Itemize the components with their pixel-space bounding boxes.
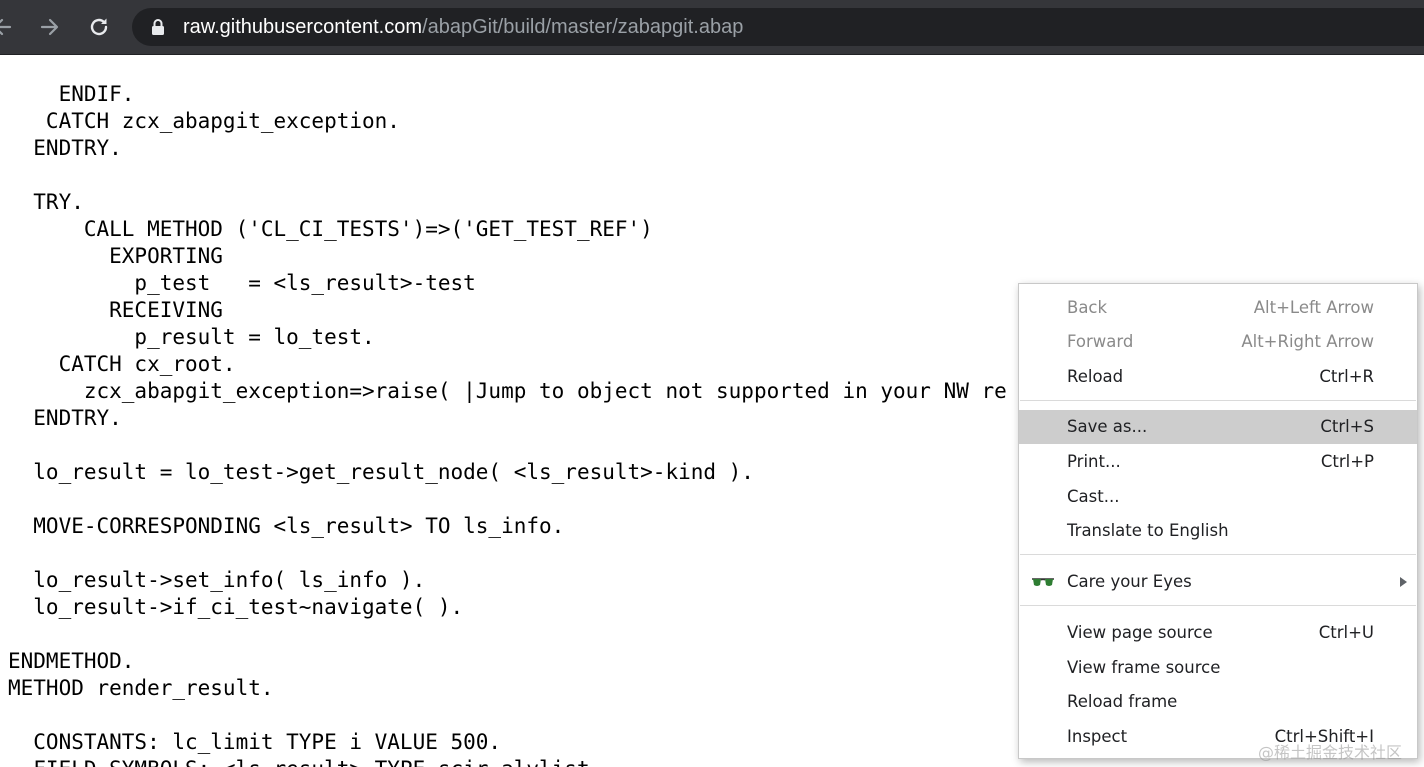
menu-item-care-your-eyes[interactable]: Care your Eyes <box>1019 565 1417 599</box>
code-line: ENDTRY. <box>8 406 122 430</box>
code-line: ENDIF. <box>8 82 135 106</box>
menu-item-label: Forward <box>1067 332 1134 351</box>
menu-item-label: Cast... <box>1067 487 1120 506</box>
code-line: METHOD render_result. <box>8 676 274 700</box>
code-line: lo_result->if_ci_test~navigate( ). <box>8 595 464 619</box>
code-line: EXPORTING <box>8 244 223 268</box>
code-line: TRY. <box>8 190 84 214</box>
menu-item-label: Save as... <box>1067 417 1148 436</box>
menu-separator <box>1020 605 1416 606</box>
menu-item-label: Translate to English <box>1067 521 1229 540</box>
menu-item-reload-frame[interactable]: Reload frame <box>1019 685 1417 719</box>
arrow-right-icon <box>40 18 59 36</box>
menu-item-shortcut: Ctrl+R <box>1319 367 1374 386</box>
reload-icon <box>90 18 108 36</box>
menu-item-label: Reload frame <box>1067 692 1178 711</box>
menu-item-inspect[interactable]: Inspect Ctrl+Shift+I <box>1019 720 1417 754</box>
menu-separator <box>1020 554 1416 555</box>
menu-item-label: Care your Eyes <box>1067 572 1192 591</box>
url-path: /abapGit/build/master/zabapgit.abap <box>422 16 744 38</box>
menu-item-view-page-source[interactable]: View page source Ctrl+U <box>1019 616 1417 650</box>
code-line: p_result = lo_test. <box>8 325 375 349</box>
menu-item-save-as[interactable]: Save as... Ctrl+S <box>1019 410 1417 444</box>
forward-button[interactable] <box>32 9 68 45</box>
menu-item-shortcut: Alt+Right Arrow <box>1241 332 1374 351</box>
menu-item-back[interactable]: Back Alt+Left Arrow <box>1019 291 1417 325</box>
menu-item-shortcut: Ctrl+S <box>1320 417 1374 436</box>
code-line: lo_result = lo_test->get_result_node( <l… <box>8 460 754 484</box>
code-line: CATCH zcx_abapgit_exception. <box>8 109 400 133</box>
menu-separator <box>1020 400 1416 401</box>
menu-item-label: Inspect <box>1067 727 1128 746</box>
code-line: CALL METHOD ('CL_CI_TESTS')=>('GET_TEST_… <box>8 217 653 241</box>
address-bar[interactable]: raw.githubusercontent.com/abapGit/build/… <box>132 8 1424 46</box>
code-line: FIELD-SYMBOLS: <ls_result> TYPE scir_alv… <box>8 756 1007 767</box>
submenu-arrow-icon <box>1400 577 1407 587</box>
code-line: lo_result->set_info( ls_info ). <box>8 568 426 592</box>
code-line: CATCH cx_root. <box>8 352 236 376</box>
code-line: ENDMETHOD. <box>8 649 135 673</box>
reload-button[interactable] <box>81 9 117 45</box>
code-line: ENDTRY. <box>8 136 122 160</box>
menu-item-print[interactable]: Print... Ctrl+P <box>1019 445 1417 479</box>
menu-item-reload[interactable]: Reload Ctrl+R <box>1019 360 1417 394</box>
url-text[interactable]: raw.githubusercontent.com/abapGit/build/… <box>183 16 743 38</box>
menu-item-shortcut: Ctrl+U <box>1318 623 1374 642</box>
menu-item-shortcut: Ctrl+P <box>1320 452 1374 471</box>
browser-toolbar: raw.githubusercontent.com/abapGit/build/… <box>0 0 1424 55</box>
abap-source-code: ENDIF. CATCH zcx_abapgit_exception. ENDT… <box>8 81 1007 767</box>
menu-item-label: Reload <box>1067 367 1124 386</box>
lock-icon <box>152 19 164 35</box>
context-menu: Back Alt+Left Arrow Forward Alt+Right Ar… <box>1018 283 1418 759</box>
menu-item-cast[interactable]: Cast... <box>1019 480 1417 514</box>
menu-item-label: View page source <box>1067 623 1213 642</box>
menu-item-translate[interactable]: Translate to English <box>1019 514 1417 548</box>
menu-item-label: Back <box>1067 298 1108 317</box>
menu-item-label: Print... <box>1067 452 1121 471</box>
code-line: CONSTANTS: lc_limit TYPE i VALUE 500. <box>8 730 502 754</box>
back-button[interactable] <box>0 9 20 45</box>
code-line: MOVE-CORRESPONDING <ls_result> TO ls_inf… <box>8 514 565 538</box>
arrow-left-icon <box>0 18 12 36</box>
code-line: p_test = <ls_result>-test <box>8 271 476 295</box>
url-host: raw.githubusercontent.com <box>183 16 423 38</box>
glasses-icon <box>1032 578 1054 586</box>
menu-item-shortcut: Alt+Left Arrow <box>1253 298 1374 317</box>
menu-item-label: View frame source <box>1067 658 1221 677</box>
menu-item-shortcut: Ctrl+Shift+I <box>1274 727 1374 746</box>
code-line: RECEIVING <box>8 298 223 322</box>
menu-item-view-frame-source[interactable]: View frame source <box>1019 651 1417 685</box>
code-line: zcx_abapgit_exception=>raise( |Jump to o… <box>8 379 1007 403</box>
menu-item-forward[interactable]: Forward Alt+Right Arrow <box>1019 325 1417 359</box>
